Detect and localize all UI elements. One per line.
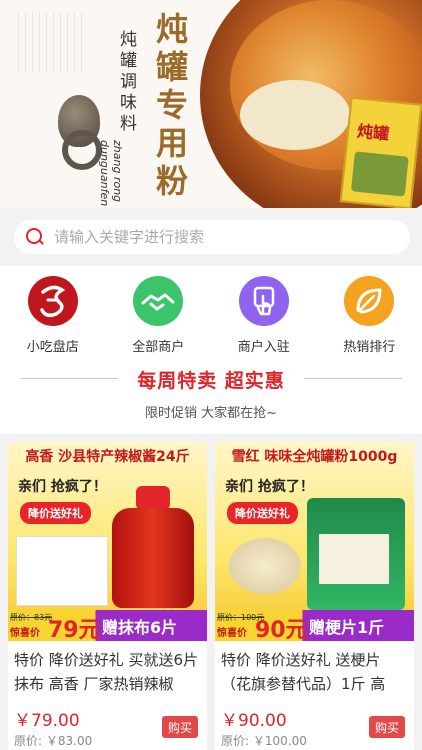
shop-logo-icon (27, 276, 78, 326)
package-title: 炖罐 (356, 121, 391, 144)
category-nav: 小吃盘店 全部商户 商户入驻 热销排行 (0, 266, 422, 358)
towels-image (16, 536, 108, 606)
image-big-price: 90元 (255, 618, 308, 641)
dish-image (229, 538, 301, 594)
product-grid: 高香 沙县特产辣椒酱24斤 亲们 抢疯了！ 降价送好礼 原价：83元 惊喜价 7… (0, 434, 422, 750)
search-input[interactable] (54, 228, 374, 246)
product-description[interactable]: 特价 降价送好礼 送梗片（花旗参替代品）1斤 高 (221, 648, 409, 696)
buy-button[interactable]: 购买 (162, 716, 198, 738)
product-image[interactable]: 雪红 味味全炖罐粉1000g 亲们 抢疯了！ 降价送好礼 原价：100元 惊喜价… (215, 442, 414, 641)
image-gift-text: 赠梗片1斤 (309, 618, 385, 637)
image-badge: 降价送好礼 (227, 502, 298, 524)
bag-label-image (319, 534, 389, 584)
category-shop[interactable]: 小吃盘店 (0, 266, 106, 358)
promo-banner[interactable]: 炖罐调味料 zhang rong dunguanfen 炖罐专用粉 炖罐 (0, 0, 422, 208)
package-picture (350, 151, 409, 197)
image-surprise-tag: 惊喜价 (217, 628, 247, 639)
image-slogan: 亲们 抢疯了！ (225, 479, 314, 495)
product-card[interactable]: 高香 沙县特产辣椒酱24斤 亲们 抢疯了！ 降价送好礼 原价：83元 惊喜价 7… (8, 442, 207, 750)
category-label: 热销排行 (343, 340, 396, 355)
category-label: 小吃盘店 (26, 340, 79, 355)
image-price-bar: 原价：100元 惊喜价 90元 赠梗片1斤 (215, 610, 414, 641)
category-label: 全部商户 (132, 340, 185, 355)
weekly-sale-title: 每周特卖 超实惠 (137, 370, 285, 392)
category-hot-ranking[interactable]: 热销排行 (317, 266, 422, 358)
image-slogan: 亲们 抢疯了！ (18, 479, 107, 495)
category-label: 商户入驻 (237, 340, 290, 355)
door-knocker-ring (62, 130, 102, 170)
image-title: 雪红 味味全炖罐粉1000g (231, 449, 398, 465)
category-all-merchants[interactable]: 全部商户 (106, 266, 212, 358)
leaf-icon (344, 276, 395, 326)
product-image[interactable]: 高香 沙县特产辣椒酱24斤 亲们 抢疯了！ 降价送好礼 原价：83元 惊喜价 7… (8, 442, 207, 641)
handshake-icon (133, 276, 184, 326)
product-description[interactable]: 特价 降价送好礼 买就送6片抹布 高香 厂家热销辣椒 (14, 648, 202, 696)
product-price: ￥79.00 (14, 711, 80, 731)
banner-title: 炖罐专用粉 (151, 12, 189, 202)
chicken-image (240, 80, 350, 150)
image-surprise-tag: 惊喜价 (10, 628, 40, 639)
weekly-sale-header: 每周特卖 超实惠 限时促销 大家都在抢~ (0, 358, 422, 434)
product-price: ￥90.00 (221, 711, 287, 731)
buy-button[interactable]: 购买 (369, 716, 405, 738)
banner-subtitle: 炖罐调味料 (116, 30, 136, 135)
banner-decoration (18, 12, 88, 72)
image-big-price: 79元 (48, 618, 101, 641)
category-merchant-join[interactable]: 商户入驻 (211, 266, 317, 358)
banner-pinyin: zhang rong dunguanfen (98, 140, 124, 207)
image-orig-price: 原价：83元 (10, 613, 53, 622)
image-title: 高香 沙县特产辣椒酱24斤 (25, 449, 190, 465)
image-gift-text: 赠抹布6片 (102, 618, 178, 637)
divider-right (304, 378, 402, 379)
chili-jar-image (112, 508, 194, 608)
touch-icon (238, 276, 289, 326)
app-page: 炖罐调味料 zhang rong dunguanfen 炖罐专用粉 炖罐 小吃盘… (0, 0, 422, 750)
search-icon[interactable] (26, 228, 44, 246)
image-price-bar: 原价：83元 惊喜价 79元 赠抹布6片 (8, 610, 207, 641)
search-bar[interactable] (14, 220, 410, 254)
image-badge: 降价送好礼 (20, 502, 91, 524)
product-original-price: 原价: ￥83.00 (14, 734, 93, 748)
weekly-sale-subtitle: 限时促销 大家都在抢~ (144, 406, 278, 421)
jar-cap-image (136, 486, 170, 510)
product-package-image: 炖罐 (339, 96, 422, 208)
product-original-price: 原价: ￥100.00 (221, 734, 307, 748)
search-section (0, 208, 422, 266)
product-card[interactable]: 雪红 味味全炖罐粉1000g 亲们 抢疯了！ 降价送好礼 原价：100元 惊喜价… (215, 442, 414, 750)
